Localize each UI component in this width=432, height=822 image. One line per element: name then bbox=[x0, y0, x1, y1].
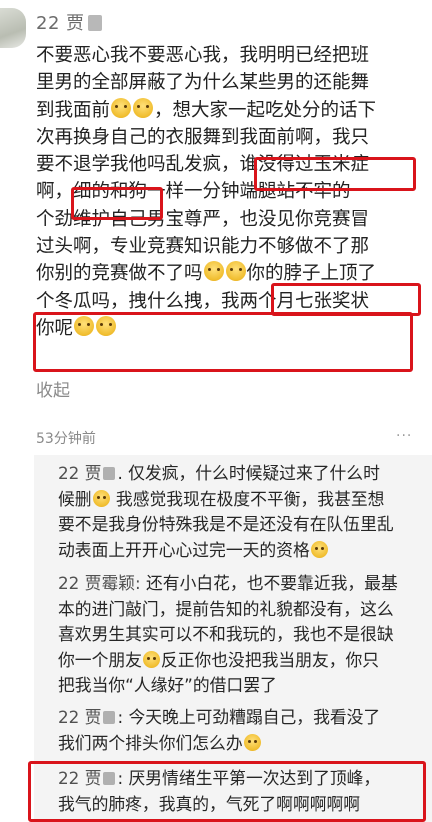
crying-emoji-icon bbox=[243, 733, 261, 751]
reply-text: : 今天晚上可劲糟蹋自己，我看没了 bbox=[117, 707, 381, 727]
redacted-name-blur bbox=[103, 711, 116, 724]
reply-text: 喜欢男生其实可以不和我玩的，我也不是很缺 bbox=[58, 624, 394, 644]
post-line: 到我面前 bbox=[36, 99, 111, 121]
post-line-highlight: 你的脖子上顶了 bbox=[246, 263, 377, 285]
reply-text: 我们两个排头你们怎么办 bbox=[58, 732, 243, 753]
reply-text: 反正你也没把我当朋友，你只 bbox=[160, 649, 380, 670]
post-line: 不要恶心我不要恶心我，我明明已经把班 bbox=[36, 45, 370, 66]
crying-emoji-icon bbox=[133, 97, 154, 118]
reply-text: 候删 bbox=[58, 488, 92, 509]
post-line: 要不退学我他吗乱发疯， bbox=[36, 154, 240, 176]
author-name: 22 贾 bbox=[36, 13, 85, 34]
reply-text: 本的进门敲门，提前告知的礼貌都没有，这么 bbox=[58, 598, 394, 619]
reply-author[interactable]: 22 贾 bbox=[58, 463, 101, 483]
more-options-icon[interactable]: ··· bbox=[396, 428, 418, 444]
post-line: 过头啊，专业竞赛知识能力不够做不了那 bbox=[36, 236, 370, 258]
reply-text: 动表面上开开心心过完一天的资格 bbox=[58, 539, 310, 560]
highlight-box bbox=[28, 761, 426, 822]
post-line: 里男的全部屏蔽了为什么某些男的还能舞 bbox=[36, 72, 370, 94]
post-line: ，想大家一起吃处分的话下 bbox=[154, 99, 377, 121]
reply-item[interactable]: 22 贾 : 今天晚上可劲糟蹋自己，我看没了 我们两个排头你们怎么办 bbox=[58, 705, 428, 756]
highlight-box bbox=[33, 312, 413, 372]
post-line: 你别的竞赛做不了吗 bbox=[36, 263, 203, 285]
highlight-box bbox=[71, 187, 163, 220]
redacted-name-blur bbox=[87, 15, 102, 31]
highlight-box bbox=[254, 157, 416, 191]
reply-text: 要不是我身份特殊我是不是还没有在队伍里乱 bbox=[58, 514, 394, 534]
grin-sweat-emoji-icon bbox=[92, 489, 110, 507]
reply-text: 你一个朋友 bbox=[58, 649, 142, 670]
post-line: 次再换身自己的衣服舞到我面前啊，我只 bbox=[36, 126, 370, 148]
reply-thread: 22 贾 . 仅发疯，什么时候疑过来了什么时 候删 我感觉我现在极度不平衡，我甚至… bbox=[28, 455, 432, 822]
crying-emoji-icon bbox=[142, 650, 160, 668]
reply-item[interactable]: 22 贾霉颖: 还有小白花，也不要靠近我，最基 本的进门敲门，提前告知的礼貌都没… bbox=[58, 571, 428, 699]
reply-author[interactable]: 22 贾霉颖: bbox=[58, 573, 141, 593]
reply-text: 还有小白花，也不要靠近我，最基 bbox=[140, 573, 398, 593]
reply-text: 把我当你“人缘好”的借口罢了 bbox=[58, 675, 277, 695]
post-author[interactable]: 22 贾 bbox=[36, 9, 102, 35]
crying-emoji-icon bbox=[203, 261, 224, 282]
reply-text: . 仅发疯，什么时候疑过来了什么时 bbox=[117, 463, 380, 483]
crying-emoji-icon bbox=[225, 261, 246, 282]
collapse-link[interactable]: 收起 bbox=[36, 376, 70, 401]
reply-item[interactable]: 22 贾 . 仅发疯，什么时候疑过来了什么时 候删 我感觉我现在极度不平衡，我甚至… bbox=[58, 461, 428, 563]
reply-author[interactable]: 22 贾 bbox=[58, 707, 101, 727]
redacted-name-blur bbox=[103, 467, 116, 480]
timestamp: 53分钟前 bbox=[36, 431, 96, 447]
crying-emoji-icon bbox=[111, 97, 132, 118]
avatar[interactable] bbox=[0, 8, 26, 48]
post-line: 啊， bbox=[36, 181, 74, 203]
reply-text: 我感觉我现在极度不平衡，我甚至想 bbox=[110, 488, 385, 509]
crying-emoji-icon bbox=[310, 540, 328, 558]
